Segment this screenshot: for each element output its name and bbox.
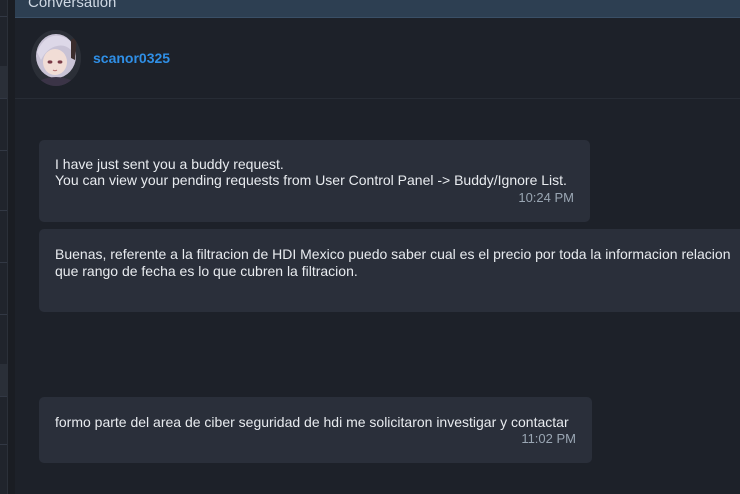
- sidebar-segment[interactable]: [0, 396, 7, 445]
- sidebar-segment[interactable]: [0, 0, 7, 17]
- message-text-line: Buenas, referente a la filtracion de HDI…: [55, 246, 731, 262]
- sidebar-segment[interactable]: [0, 262, 7, 315]
- conversation-page: Conversation scanor0325 I have just sent…: [0, 0, 740, 494]
- message-text-line: You can view your pending requests from …: [55, 172, 567, 188]
- message-text-line: que rango de fecha es lo que cubren la f…: [55, 263, 358, 279]
- message-timestamp: 11:02 PM: [521, 431, 576, 446]
- message-bubble: formo parte del area de ciber seguridad …: [39, 397, 592, 463]
- message-bubble: I have just sent you a buddy request. Yo…: [39, 140, 590, 222]
- left-sidebar: [0, 0, 8, 494]
- conversation-panel: Conversation scanor0325 I have just sent…: [15, 0, 740, 494]
- conversation-user-header: scanor0325: [15, 17, 740, 99]
- sidebar-segment[interactable]: [0, 150, 7, 211]
- panel-title: Conversation: [28, 0, 117, 11]
- message-bubble: Buenas, referente a la filtracion de HDI…: [39, 229, 740, 312]
- sidebar-gutter: [8, 0, 15, 494]
- user-avatar[interactable]: [31, 30, 81, 86]
- anime-avatar-icon: [31, 30, 81, 86]
- panel-header: [15, 0, 740, 18]
- message-timestamp: 10:24 PM: [518, 190, 574, 205]
- message-text-line: I have just sent you a buddy request.: [55, 156, 284, 172]
- sidebar-segment[interactable]: [0, 210, 7, 263]
- sidebar-segment[interactable]: [0, 98, 7, 151]
- sidebar-segment[interactable]: [0, 66, 7, 99]
- username-link[interactable]: scanor0325: [93, 50, 170, 66]
- message-text-line: formo parte del area de ciber seguridad …: [55, 414, 569, 430]
- sidebar-segment[interactable]: [0, 314, 7, 365]
- sidebar-segment[interactable]: [0, 364, 7, 397]
